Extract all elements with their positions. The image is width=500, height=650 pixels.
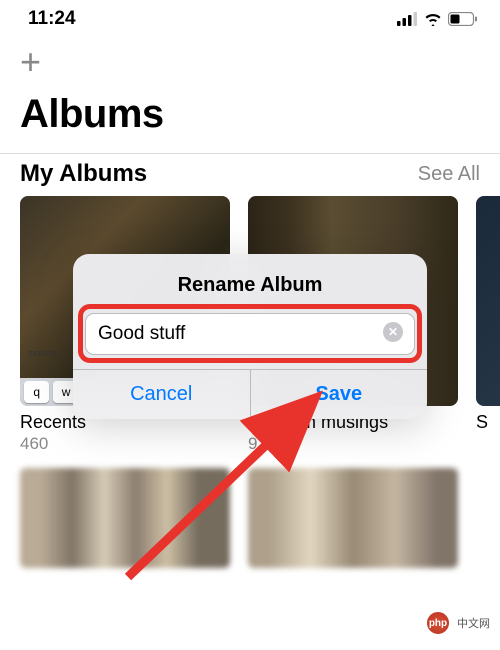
album-count: 9 [248, 434, 458, 454]
rename-dialog: Rename Album ✕ Cancel Save [73, 254, 427, 419]
album-thumbnail[interactable] [476, 196, 500, 406]
album-count: 460 [20, 434, 230, 454]
wifi-icon [423, 12, 443, 26]
dialog-buttons: Cancel Save [73, 369, 427, 419]
section-title: My Albums [20, 160, 147, 188]
watermark: php 中文网 [425, 610, 494, 636]
blurred-thumb [20, 468, 230, 568]
see-all-button[interactable]: See All [418, 163, 480, 186]
status-icons [397, 12, 478, 26]
toolbar: + [0, 34, 500, 82]
blurred-row [0, 454, 500, 568]
battery-icon [448, 12, 478, 26]
section-header: My Albums See All [0, 153, 500, 196]
album-name-input[interactable] [85, 313, 415, 355]
watermark-logo: php [425, 610, 451, 636]
watermark-text: 中文网 [453, 613, 494, 633]
cellular-icon [397, 12, 418, 26]
page-title: Albums [0, 82, 500, 151]
cancel-button[interactable]: Cancel [73, 370, 251, 419]
album-item[interactable]: S [476, 196, 500, 454]
key: q [24, 381, 49, 403]
dialog-title: Rename Album [73, 254, 427, 309]
clear-text-button[interactable]: ✕ [383, 322, 403, 342]
thumb-label: musing [28, 348, 57, 358]
dialog-input-wrap: ✕ [73, 309, 427, 369]
status-bar: 11:24 [0, 0, 500, 34]
save-button[interactable]: Save [251, 370, 428, 419]
album-name: S [476, 412, 500, 433]
add-album-button[interactable]: + [20, 44, 480, 80]
blurred-thumb [248, 468, 458, 568]
status-time: 11:24 [28, 8, 76, 30]
